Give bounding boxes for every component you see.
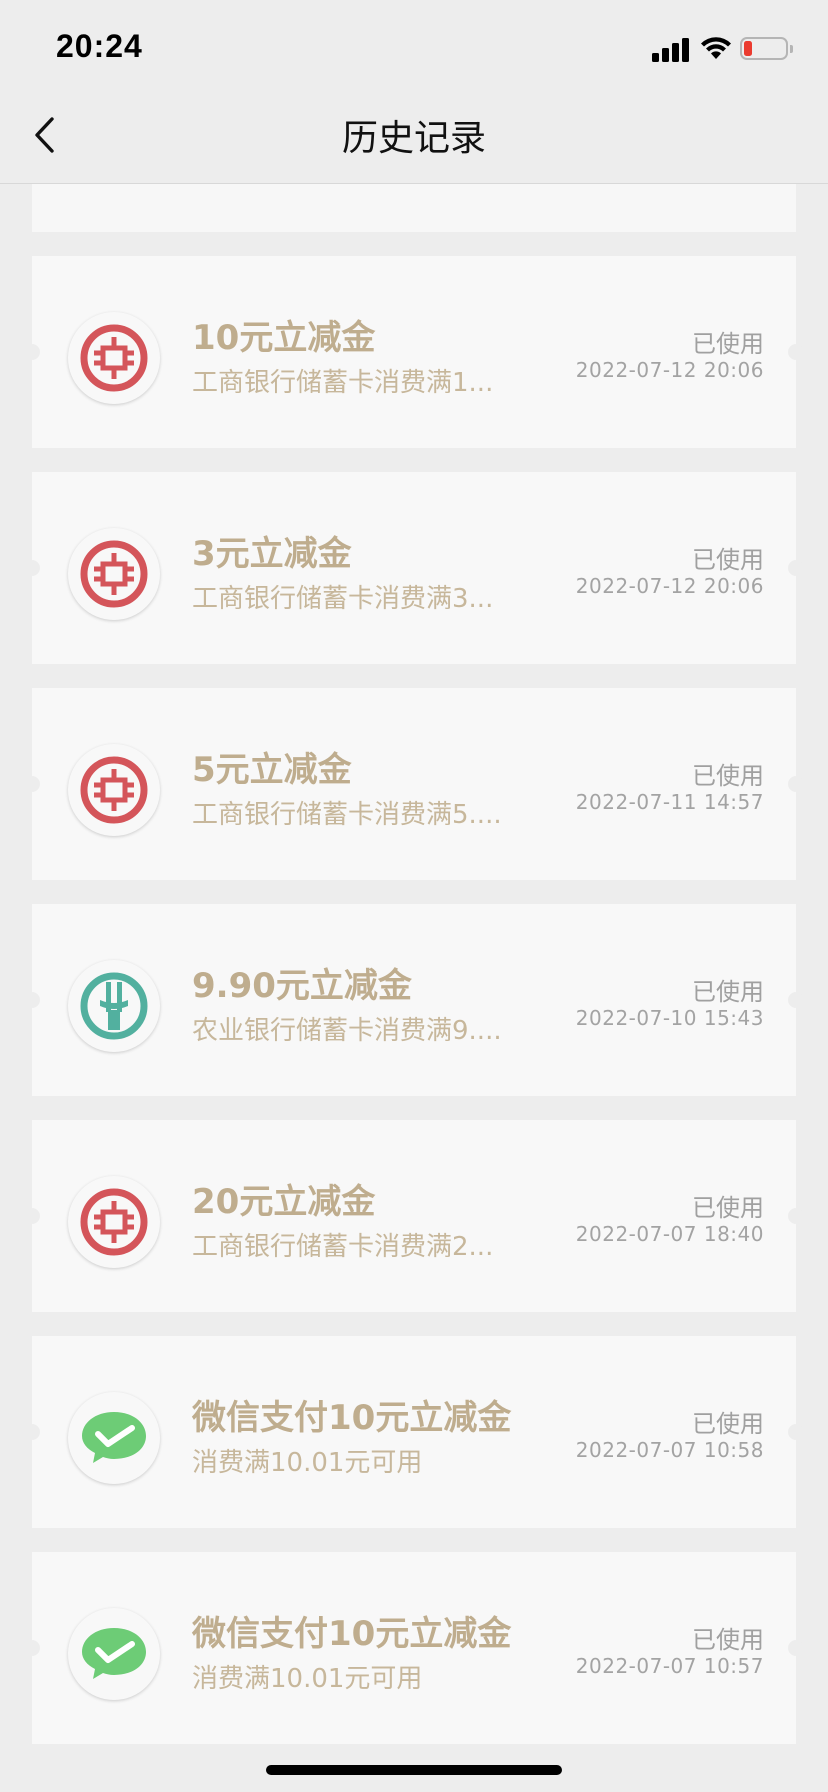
voucher-condition: 农业银行储蓄卡消费满9.... (192, 1016, 502, 1046)
voucher-used-time: 2022-07-10 15:43 (575, 1006, 764, 1030)
voucher-used-time: 2022-07-07 10:57 (575, 1654, 764, 1678)
card-notch (788, 992, 804, 1008)
voucher-status: 已使用 (692, 546, 764, 574)
voucher-status: 已使用 (692, 978, 764, 1006)
icbc-logo (68, 312, 160, 404)
voucher-status: 已使用 (692, 330, 764, 358)
card-notch (24, 560, 40, 576)
voucher-history-list[interactable]: 10元立减金 工商银行储蓄卡消费满1... 已使用 2022-07-12 20:06 3… (0, 184, 828, 1792)
voucher-status: 已使用 (692, 1626, 764, 1654)
voucher-card[interactable]: 5元立减金工商银行储蓄卡消费满5.... 已使用 2022-07-11 14:57 (24, 688, 804, 880)
voucher-title: 9.90元立减金 (192, 966, 412, 1006)
voucher-card[interactable]: 9.90元立减金农业银行储蓄卡消费满9.... 已使用 2022-07-10 15:… (24, 904, 804, 1096)
wechat-pay-logo (68, 1392, 160, 1484)
voucher-status: 已使用 (692, 1410, 764, 1438)
voucher-condition: 工商银行储蓄卡消费满1... (192, 368, 494, 398)
voucher-card[interactable]: 20元立减金工商银行储蓄卡消费满2... 已使用 2022-07-07 18:40 (24, 1120, 804, 1312)
abc-logo (68, 960, 160, 1052)
voucher-condition: 工商银行储蓄卡消费满5.... (192, 800, 502, 830)
card-notch (788, 776, 804, 792)
card-notch (24, 1208, 40, 1224)
voucher-title: 10元立减金 (192, 318, 376, 358)
voucher-title: 微信支付10元立减金 (192, 1614, 512, 1654)
voucher-card[interactable]: 微信支付10元立减金消费满10.01元可用 已使用 2022-07-07 10:58 (24, 1336, 804, 1528)
voucher-list: 10元立减金 工商银行储蓄卡消费满1... 已使用 2022-07-12 20:06 3… (24, 256, 804, 1768)
card-notch (24, 776, 40, 792)
voucher-condition: 消费满10.01元可用 (192, 1664, 423, 1694)
voucher-status: 已使用 (692, 762, 764, 790)
navigation-bar: 历史记录 (0, 94, 828, 184)
voucher-used-time: 2022-07-12 20:06 (575, 358, 764, 382)
voucher-condition: 工商银行储蓄卡消费满2... (192, 1232, 494, 1262)
card-notch (24, 992, 40, 1008)
voucher-card-partial[interactable] (32, 184, 796, 232)
icbc-logo (68, 744, 160, 836)
cellular-signal-icon (652, 36, 690, 62)
voucher-title: 20元立减金 (192, 1182, 376, 1222)
card-notch (788, 1208, 804, 1224)
wechat-pay-logo (68, 1608, 160, 1700)
page-title: 历史记录 (341, 118, 486, 159)
voucher-card[interactable]: 10元立减金工商银行储蓄卡消费满1... 已使用 2022-07-12 20:06 (24, 256, 804, 448)
battery-icon (740, 37, 795, 62)
voucher-title: 3元立减金 (192, 534, 352, 574)
card-notch (788, 560, 804, 576)
voucher-condition: 消费满10.01元可用 (192, 1448, 423, 1478)
card-notch (24, 344, 40, 360)
icbc-logo (68, 1176, 160, 1268)
wifi-icon (699, 34, 733, 64)
status-time: 20:24 (56, 28, 143, 64)
card-notch (24, 1424, 40, 1440)
home-indicator (266, 1765, 562, 1775)
voucher-title: 微信支付10元立减金 (192, 1398, 512, 1438)
voucher-used-time: 2022-07-11 14:57 (575, 790, 764, 814)
voucher-used-time: 2022-07-12 20:06 (575, 574, 764, 598)
voucher-used-time: 2022-07-07 18:40 (575, 1222, 764, 1246)
status-bar: 20:24 (0, 0, 828, 94)
voucher-card[interactable]: 微信支付10元立减金消费满10.01元可用 已使用 2022-07-07 10:57 (24, 1552, 804, 1744)
card-notch (788, 1424, 804, 1440)
voucher-title: 5元立减金 (192, 750, 352, 790)
voucher-used-time: 2022-07-07 10:58 (575, 1438, 764, 1462)
card-notch (24, 1640, 40, 1656)
card-notch (788, 344, 804, 360)
voucher-status: 已使用 (692, 1194, 764, 1222)
voucher-card[interactable]: 3元立减金工商银行储蓄卡消费满3... 已使用 2022-07-12 20:06 (24, 472, 804, 664)
card-notch (788, 1640, 804, 1656)
icbc-logo (68, 528, 160, 620)
voucher-condition: 工商银行储蓄卡消费满3... (192, 584, 494, 614)
